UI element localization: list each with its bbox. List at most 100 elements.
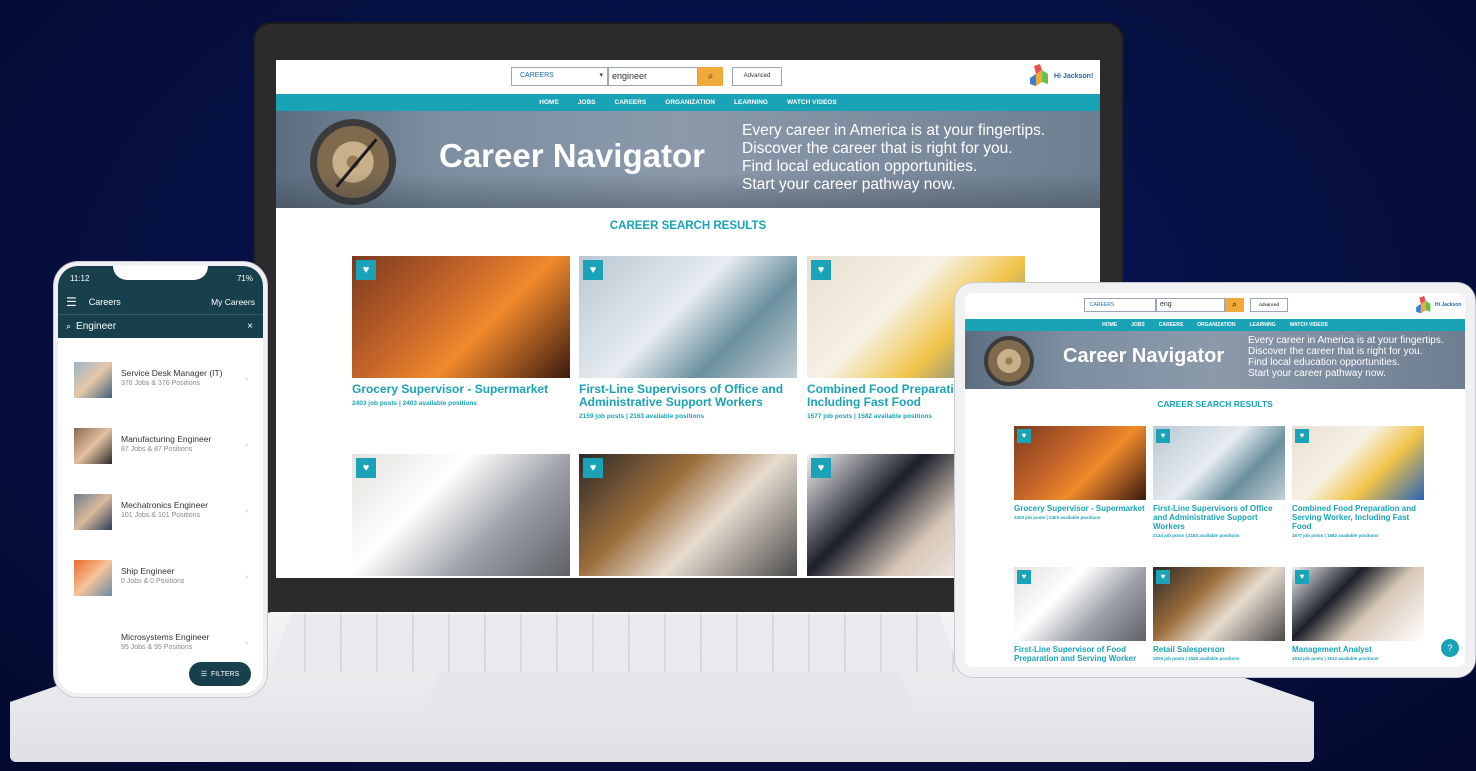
my-careers-link[interactable]: My Careers xyxy=(211,297,255,307)
heart-icon[interactable]: ♥ xyxy=(1017,570,1031,584)
category-select[interactable]: CAREERS xyxy=(1084,298,1156,312)
site-logo[interactable] xyxy=(1413,296,1432,315)
phone-search-bar[interactable]: ⌕ Engineer × xyxy=(58,314,263,338)
career-card[interactable]: ♥ First-Line Supervisors of Office and A… xyxy=(1153,426,1285,538)
filters-button[interactable]: ☰ FILTERS xyxy=(189,662,251,686)
search-input[interactable]: eng xyxy=(1156,298,1225,312)
heart-icon[interactable]: ♥ xyxy=(1156,429,1170,443)
career-name[interactable]: Grocery Supervisor - Supermarket xyxy=(352,383,570,396)
chevron-right-icon: › xyxy=(245,440,248,449)
site-header: CAREERS ▾ engineer ⌕ Advanced Hi Jackson… xyxy=(276,60,1100,94)
nav-organization[interactable]: ORGANIZATION xyxy=(665,99,715,106)
nav-careers[interactable]: CAREERS xyxy=(615,99,647,106)
career-name[interactable]: Combined Food Preparation and Serving Wo… xyxy=(1292,504,1424,531)
career-card[interactable]: ♥ Management Analyst 1512 job posts | 15… xyxy=(1292,567,1424,661)
banner-title: Career Navigator xyxy=(439,137,705,174)
nav-learning[interactable]: LEARNING xyxy=(734,99,768,106)
list-item-title: Manufacturing Engineer xyxy=(121,434,212,444)
hero-banner: Career Navigator Every career in America… xyxy=(276,111,1100,208)
nav-careers[interactable]: CAREERS xyxy=(1159,322,1183,328)
nav-organization[interactable]: ORGANIZATION xyxy=(1197,322,1235,328)
heart-icon[interactable]: ♥ xyxy=(811,260,831,280)
avatar xyxy=(74,428,112,464)
phone-search-input[interactable]: Engineer xyxy=(76,321,116,332)
career-card[interactable]: ♥ xyxy=(579,454,797,576)
list-item-title: Microsystems Engineer xyxy=(121,632,210,642)
list-item-title: Mechatronics Engineer xyxy=(121,500,208,510)
list-item-title: Service Desk Manager (IT) xyxy=(121,368,223,378)
career-photo: ♥ xyxy=(352,256,570,378)
site-logo[interactable] xyxy=(1026,64,1050,88)
search-input[interactable]: engineer xyxy=(608,67,698,86)
career-name[interactable]: Retail Salesperson xyxy=(1153,645,1285,654)
list-item[interactable]: Service Desk Manager (IT) 376 Jobs & 376… xyxy=(74,362,254,402)
career-photo: ♥ xyxy=(1014,426,1146,500)
user-greeting[interactable]: Hi Jackson! xyxy=(1054,73,1093,80)
career-photo: ♥ xyxy=(352,454,570,576)
advanced-search-button[interactable]: Advanced xyxy=(1250,298,1288,312)
heart-icon[interactable]: ♥ xyxy=(1295,429,1309,443)
list-item[interactable]: Mechatronics Engineer 101 Jobs & 101 Pos… xyxy=(74,494,254,534)
nav-home[interactable]: HOME xyxy=(1102,322,1117,328)
nav-jobs[interactable]: JOBS xyxy=(578,99,596,106)
banner-tagline: Every career in America is at your finge… xyxy=(742,122,1045,194)
career-name[interactable]: First-Line Supervisor of Food Preparatio… xyxy=(1014,645,1146,663)
tagline-line: Every career in America is at your finge… xyxy=(1248,335,1444,346)
menu-icon[interactable]: ☰ xyxy=(66,295,77,309)
chevron-down-icon: ▾ xyxy=(599,72,603,79)
career-card[interactable]: ♥ Combined Food Preparation and Serving … xyxy=(1292,426,1424,538)
list-item[interactable]: Ship Engineer 0 Jobs & 0 Positions › xyxy=(74,560,254,600)
phone-notch xyxy=(113,266,208,280)
list-item-title: Ship Engineer xyxy=(121,566,175,576)
advanced-search-label: Advanced xyxy=(1258,302,1279,307)
search-button[interactable]: ⌕ xyxy=(1225,298,1244,312)
heart-icon[interactable]: ♥ xyxy=(356,260,376,280)
nav-watch-videos[interactable]: WATCH VIDEOS xyxy=(787,99,837,106)
heart-icon[interactable]: ♥ xyxy=(583,260,603,280)
search-button[interactable]: ⌕ xyxy=(698,67,723,86)
laptop-keyboard xyxy=(270,614,960,672)
career-card[interactable]: ♥ xyxy=(352,454,570,576)
heart-icon[interactable]: ♥ xyxy=(1156,570,1170,584)
nav-watch-videos[interactable]: WATCH VIDEOS xyxy=(1290,322,1328,328)
search-icon: ⌕ xyxy=(1232,300,1237,309)
tagline-line: Start your career pathway now. xyxy=(1248,368,1386,379)
list-item[interactable]: Manufacturing Engineer 87 Jobs & 87 Posi… xyxy=(74,428,254,468)
heart-icon[interactable]: ♥ xyxy=(1017,429,1031,443)
list-item[interactable]: Microsystems Engineer 95 Jobs & 95 Posit… xyxy=(74,626,254,666)
nav-jobs[interactable]: JOBS xyxy=(1131,322,1145,328)
career-card[interactable]: ♥ Grocery Supervisor - Supermarket 2403 … xyxy=(1014,426,1146,520)
hero-banner: Career Navigator Every career in America… xyxy=(965,331,1465,389)
phone-device: 11:12 71% ☰ Careers My Careers ⌕ Enginee… xyxy=(54,262,267,697)
tagline-line: Discover the career that is right for yo… xyxy=(742,140,1013,157)
compass-icon xyxy=(984,336,1034,386)
advanced-search-button[interactable]: Advanced xyxy=(732,67,782,86)
career-name[interactable]: Grocery Supervisor - Supermarket xyxy=(1014,504,1146,513)
career-meta: 2134 job posts | 2163 available position… xyxy=(1153,533,1240,538)
career-card[interactable]: ♥ Retail Salesperson 1525 job posts | 15… xyxy=(1153,567,1285,661)
career-card[interactable]: ♥ First-Line Supervisors of Office and A… xyxy=(579,256,797,420)
user-greeting[interactable]: Hi Jackson xyxy=(1435,302,1461,308)
career-photo: ♥ xyxy=(1153,426,1285,500)
battery-level: 71% xyxy=(236,274,253,283)
filters-label: FILTERS xyxy=(211,670,240,678)
nav-home[interactable]: HOME xyxy=(539,99,559,106)
search-icon: ⌕ xyxy=(66,321,72,331)
career-photo: ♥ xyxy=(1014,567,1146,641)
category-select[interactable]: CAREERS ▾ xyxy=(511,67,608,86)
heart-icon[interactable]: ♥ xyxy=(811,458,831,478)
help-icon[interactable]: ? xyxy=(1441,639,1459,657)
heart-icon[interactable]: ♥ xyxy=(1295,570,1309,584)
career-name[interactable]: First-Line Supervisors of Office and Adm… xyxy=(1153,504,1285,531)
heart-icon[interactable]: ♥ xyxy=(356,458,376,478)
tagline-line: Find local education opportunities. xyxy=(1248,357,1400,368)
tablet-device: CAREERS eng ⌕ Advanced Hi Jackson HOME J… xyxy=(955,283,1475,677)
career-name[interactable]: First-Line Supervisors of Office and Adm… xyxy=(579,383,797,409)
close-icon[interactable]: × xyxy=(247,321,253,332)
heart-icon[interactable]: ♥ xyxy=(583,458,603,478)
nav-learning[interactable]: LEARNING xyxy=(1249,322,1275,328)
chevron-right-icon: › xyxy=(245,506,248,515)
career-name[interactable]: Management Analyst xyxy=(1292,645,1424,654)
career-card[interactable]: ♥ Grocery Supervisor - Supermarket 2403 … xyxy=(352,256,570,407)
career-card[interactable]: ♥ First-Line Supervisor of Food Preparat… xyxy=(1014,567,1146,663)
